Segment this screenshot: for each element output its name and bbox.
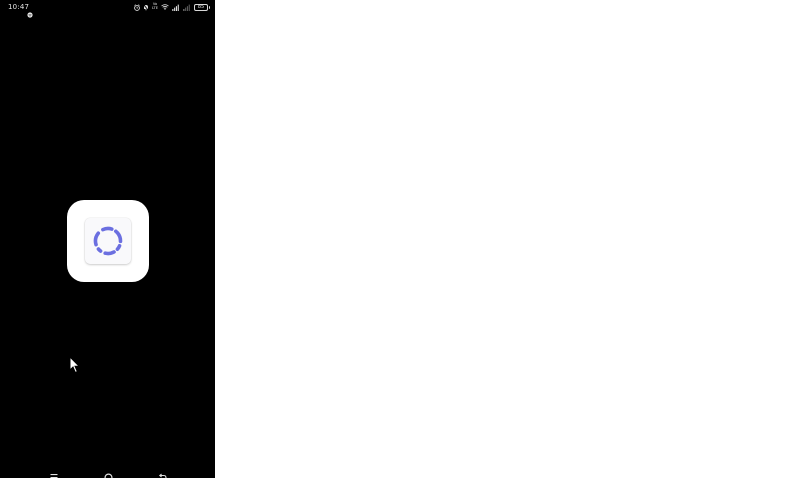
network-label-bottom: LTE xyxy=(152,6,158,10)
navigation-bar xyxy=(0,466,215,478)
volte-icon: Vo LTE xyxy=(152,2,158,11)
loading-spinner-app-icon xyxy=(85,218,131,264)
status-icons: Vo LTE 85 xyxy=(134,2,210,12)
app-launch-icon-tile xyxy=(67,200,149,282)
wifi-icon xyxy=(161,4,169,10)
signal-icon xyxy=(172,4,180,11)
phone-screen: 10:47 Vo LTE 85 xyxy=(0,0,215,478)
back-icon[interactable] xyxy=(158,467,167,478)
signal-weak-icon xyxy=(183,4,191,11)
emoji-notification-icon xyxy=(27,3,33,22)
home-icon[interactable] xyxy=(104,467,113,478)
menu-icon[interactable] xyxy=(50,467,58,478)
status-time: 10:47 xyxy=(8,3,30,11)
status-bar: 10:47 Vo LTE 85 xyxy=(0,0,215,18)
battery-icon: 85 xyxy=(194,3,210,11)
alarm-icon xyxy=(134,3,140,11)
mouse-cursor-icon xyxy=(69,355,81,378)
silent-icon xyxy=(143,3,149,11)
loading-spinner-icon xyxy=(93,226,123,256)
